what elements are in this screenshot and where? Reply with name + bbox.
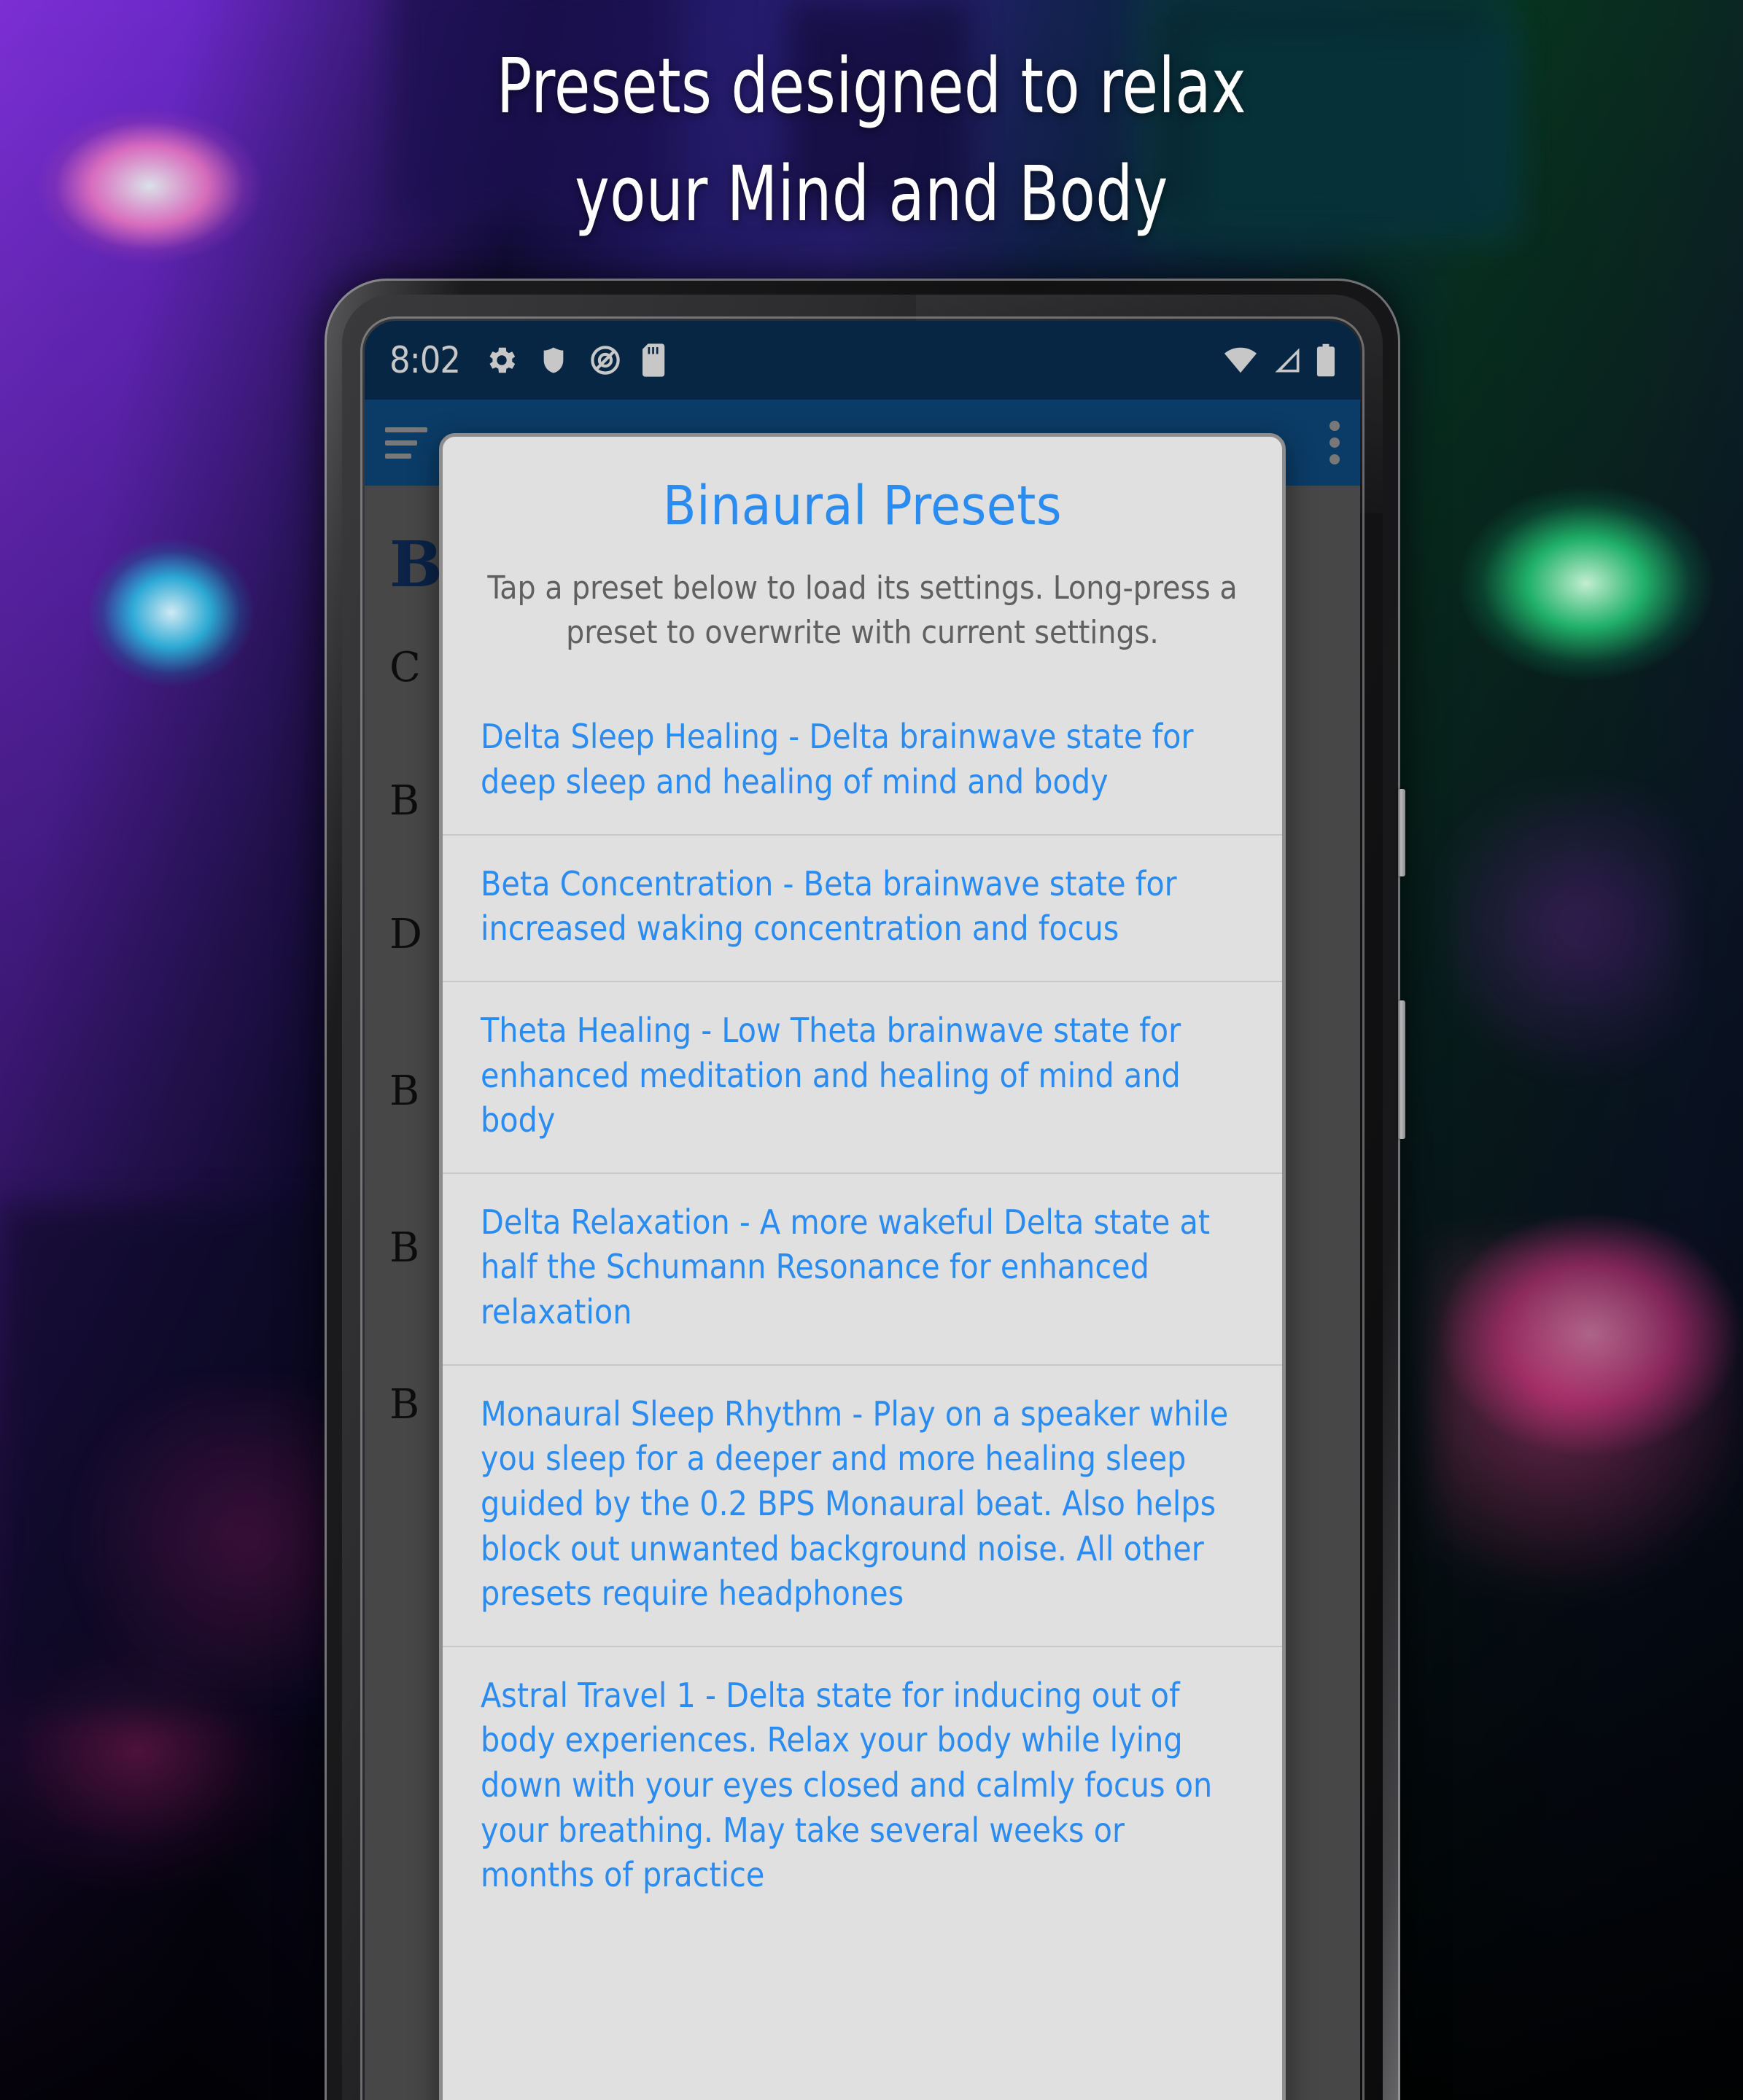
preset-list-item[interactable]: Delta Sleep Healing - Delta brainwave st… [443,688,1282,836]
binaural-presets-dialog: Binaural Presets Tap a preset below to l… [439,433,1286,2100]
preset-list-item[interactable]: Astral Travel 1 - Delta state for induci… [443,1647,1282,1927]
preset-list-item[interactable]: Monaural Sleep Rhythm - Play on a speake… [443,1366,1282,1647]
dialog-subtitle: Tap a preset below to load its settings.… [487,569,1238,651]
phone-mockup: 8:02 B C B D B B B Binaural Presets Tap … [325,279,1405,2100]
dialog-title: Binaural Presets [662,475,1063,537]
promo-screenshot: Presets designed to relax your Mind and … [0,0,1743,2100]
promo-headline: Presets designed to relax your Mind and … [496,42,1247,238]
power-button[interactable] [1398,789,1405,876]
preset-list-item[interactable]: Delta Relaxation - A more wakeful Delta … [443,1174,1282,1366]
background-shape [1444,788,1685,1094]
preset-list-item[interactable]: Beta Concentration - Beta brainwave stat… [443,836,1282,982]
background-shape [1429,1240,1743,1619]
preset-list: Delta Sleep Healing - Delta brainwave st… [443,688,1282,1956]
preset-list-item[interactable]: Theta Healing - Low Theta brainwave stat… [443,982,1282,1174]
phone-screen: 8:02 B C B D B B B Binaural Presets Tap … [365,321,1360,2100]
volume-button[interactable] [1398,1000,1405,1139]
